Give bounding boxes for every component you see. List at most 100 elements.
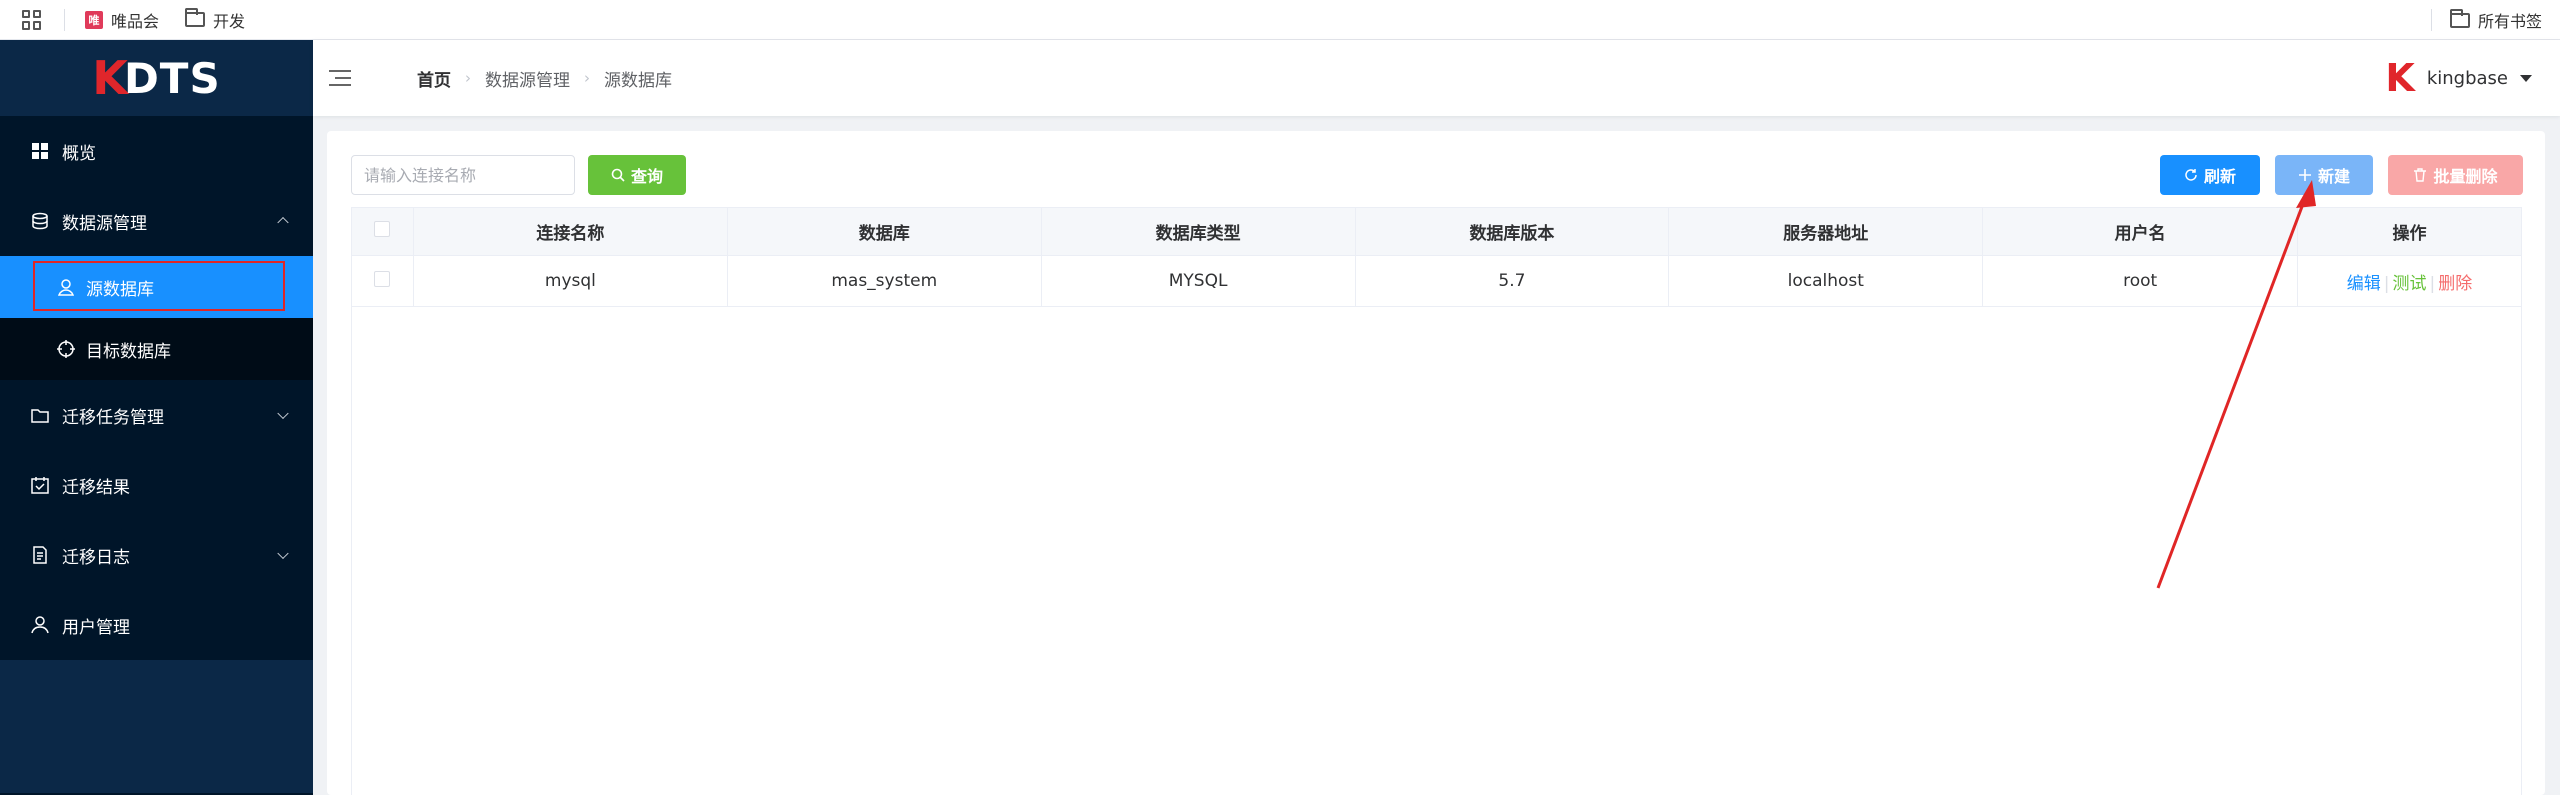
folder-icon (2449, 8, 2470, 28)
action-divider: | (2429, 273, 2436, 294)
chevron-right-icon: › (584, 69, 590, 87)
select-all-checkbox[interactable] (374, 221, 391, 237)
folder-icon (185, 8, 206, 27)
cell-type: MYSQL (1040, 255, 1356, 307)
sidebar-fill (0, 660, 313, 793)
caret-down-icon (2520, 74, 2532, 82)
database-icon (30, 211, 50, 231)
document-icon (30, 545, 50, 565)
dashboard-icon (30, 141, 50, 161)
refresh-button[interactable]: 刷新 (2160, 155, 2260, 195)
sidebar-subitem-source-db[interactable]: 源数据库 (0, 256, 313, 318)
test-link[interactable]: 测试 (2393, 274, 2427, 294)
sidebar-item-label: 迁移日志 (62, 547, 130, 568)
all-bookmarks-label: 所有书签 (2477, 12, 2542, 31)
query-button[interactable]: 查询 (588, 155, 686, 195)
cell-actions: 编辑 | 测试 | 删除 (2297, 255, 2522, 307)
select-all-cell (351, 207, 414, 256)
sidebar-item-label: 概览 (62, 143, 96, 164)
new-button[interactable]: 新建 (2275, 155, 2373, 195)
annotation-highlight-box (33, 261, 285, 311)
sidebar-subitem-target-db[interactable]: 目标数据库 (0, 318, 313, 380)
menu-toggle-icon[interactable] (329, 70, 351, 86)
all-bookmarks[interactable]: 所有书签 (2430, 0, 2542, 40)
bookmark-vip[interactable]: 唯 唯品会 (85, 8, 159, 32)
table-empty-area (351, 306, 2522, 795)
breadcrumb-home[interactable]: 首页 (417, 66, 451, 91)
bookmarks-bar: 唯 唯品会 开发 所有书签 (0, 0, 2560, 40)
trash-icon (2414, 168, 2427, 182)
batch-delete-button-label: 批量删除 (2433, 167, 2498, 186)
chevron-down-icon (277, 407, 289, 420)
breadcrumb-item: 数据源管理 (485, 70, 570, 91)
top-header: 首页 › 数据源管理 › 源数据库 K kingbase (313, 40, 2560, 116)
sidebar-item-migration-tasks[interactable]: 迁移任务管理 (0, 380, 313, 450)
column-header[interactable]: 用户名 (1982, 207, 2299, 256)
apps-grid-icon[interactable] (22, 9, 42, 30)
cell-host: localhost (1668, 255, 1984, 307)
sidebar-item-label: 迁移结果 (62, 477, 130, 498)
cell-name: mysql (412, 255, 728, 307)
datasource-submenu: 源数据库 目标数据库 (0, 256, 313, 380)
sidebar-item-datasource[interactable]: 数据源管理 (0, 186, 313, 256)
column-header: 操作 (2297, 207, 2522, 256)
vip-icon: 唯 (85, 10, 103, 29)
search-icon (611, 168, 625, 182)
column-header[interactable]: 数据库版本 (1354, 207, 1670, 256)
plus-icon (2298, 169, 2311, 181)
breadcrumb: 首页 › 数据源管理 › 源数据库 (417, 66, 672, 91)
table-row[interactable]: mysql mas_system MYSQL 5.7 localhost roo… (351, 255, 2522, 307)
sidebar-item-migration-results[interactable]: 迁移结果 (0, 450, 313, 520)
sidebar-item-label: 数据源管理 (62, 213, 147, 234)
logo-k: K (92, 51, 128, 105)
column-header[interactable]: 数据库类型 (1040, 207, 1356, 256)
bookmark-divider (64, 8, 65, 31)
column-header[interactable]: 数据库 (726, 207, 1042, 256)
bookmark-dev-folder[interactable]: 开发 (185, 8, 245, 32)
cell-version: 5.7 (1354, 255, 1670, 307)
logo-text: DTS (123, 53, 221, 103)
action-divider: | (2383, 273, 2390, 294)
chevron-right-icon: › (465, 69, 471, 87)
breadcrumb-item: 源数据库 (604, 70, 672, 91)
sidebar-subitem-label: 目标数据库 (86, 341, 171, 362)
refresh-button-label: 刷新 (2203, 167, 2236, 186)
cell-user: root (1982, 255, 2299, 307)
logo[interactable]: K DTS (0, 40, 313, 116)
row-checkbox[interactable] (374, 270, 391, 287)
search-input[interactable] (351, 155, 575, 195)
sidebar-item-migration-logs[interactable]: 迁移日志 (0, 520, 313, 590)
sidebar-item-overview[interactable]: 概览 (0, 116, 313, 186)
bookmark-divider (2430, 9, 2432, 31)
datasource-table: 连接名称 数据库 数据库类型 数据库版本 服务器地址 用户名 操作 mysql … (351, 207, 2522, 307)
row-select-cell (351, 255, 414, 307)
edit-link[interactable]: 编辑 (2347, 274, 2381, 294)
user-menu[interactable]: K kingbase (2385, 40, 2532, 116)
sidebar-item-label: 迁移任务管理 (62, 407, 164, 428)
user-icon (30, 615, 50, 635)
bookmark-label: 开发 (213, 11, 246, 31)
batch-delete-button[interactable]: 批量删除 (2388, 155, 2523, 195)
delete-link[interactable]: 删除 (2438, 274, 2472, 294)
column-header[interactable]: 服务器地址 (1668, 207, 1984, 256)
new-button-label: 新建 (2317, 167, 2350, 186)
cell-database: mas_system (726, 255, 1042, 307)
action-toolbar: 刷新 新建 批量删除 (2160, 155, 2523, 195)
calendar-check-icon (30, 475, 50, 495)
target-icon (56, 339, 76, 359)
sidebar-menu: 概览 数据源管理 源数据库 目标数据库 迁移任务管理 迁移结果 迁移日志 用户管… (0, 116, 313, 660)
chevron-down-icon (277, 547, 289, 560)
bookmark-label: 唯品会 (111, 11, 160, 31)
table-header-row: 连接名称 数据库 数据库类型 数据库版本 服务器地址 用户名 操作 (351, 207, 2522, 256)
main-content: 查询 刷新 新建 批量删除 连接名称 数据库 数据库类型 数据库版本 服务器地址… (327, 131, 2545, 795)
column-header[interactable]: 连接名称 (412, 207, 728, 256)
sidebar-item-user-management[interactable]: 用户管理 (0, 590, 313, 660)
sidebar-item-label: 用户管理 (62, 617, 130, 638)
query-button-label: 查询 (630, 167, 663, 186)
folder-icon (30, 405, 50, 425)
sidebar: K DTS 概览 数据源管理 源数据库 目标数据库 迁移任务管理 迁移结果 迁移… (0, 40, 313, 795)
kingbase-logo-icon: K (2385, 56, 2415, 100)
chevron-up-icon (277, 216, 289, 229)
refresh-icon (2185, 169, 2197, 181)
username: kingbase (2426, 67, 2508, 89)
